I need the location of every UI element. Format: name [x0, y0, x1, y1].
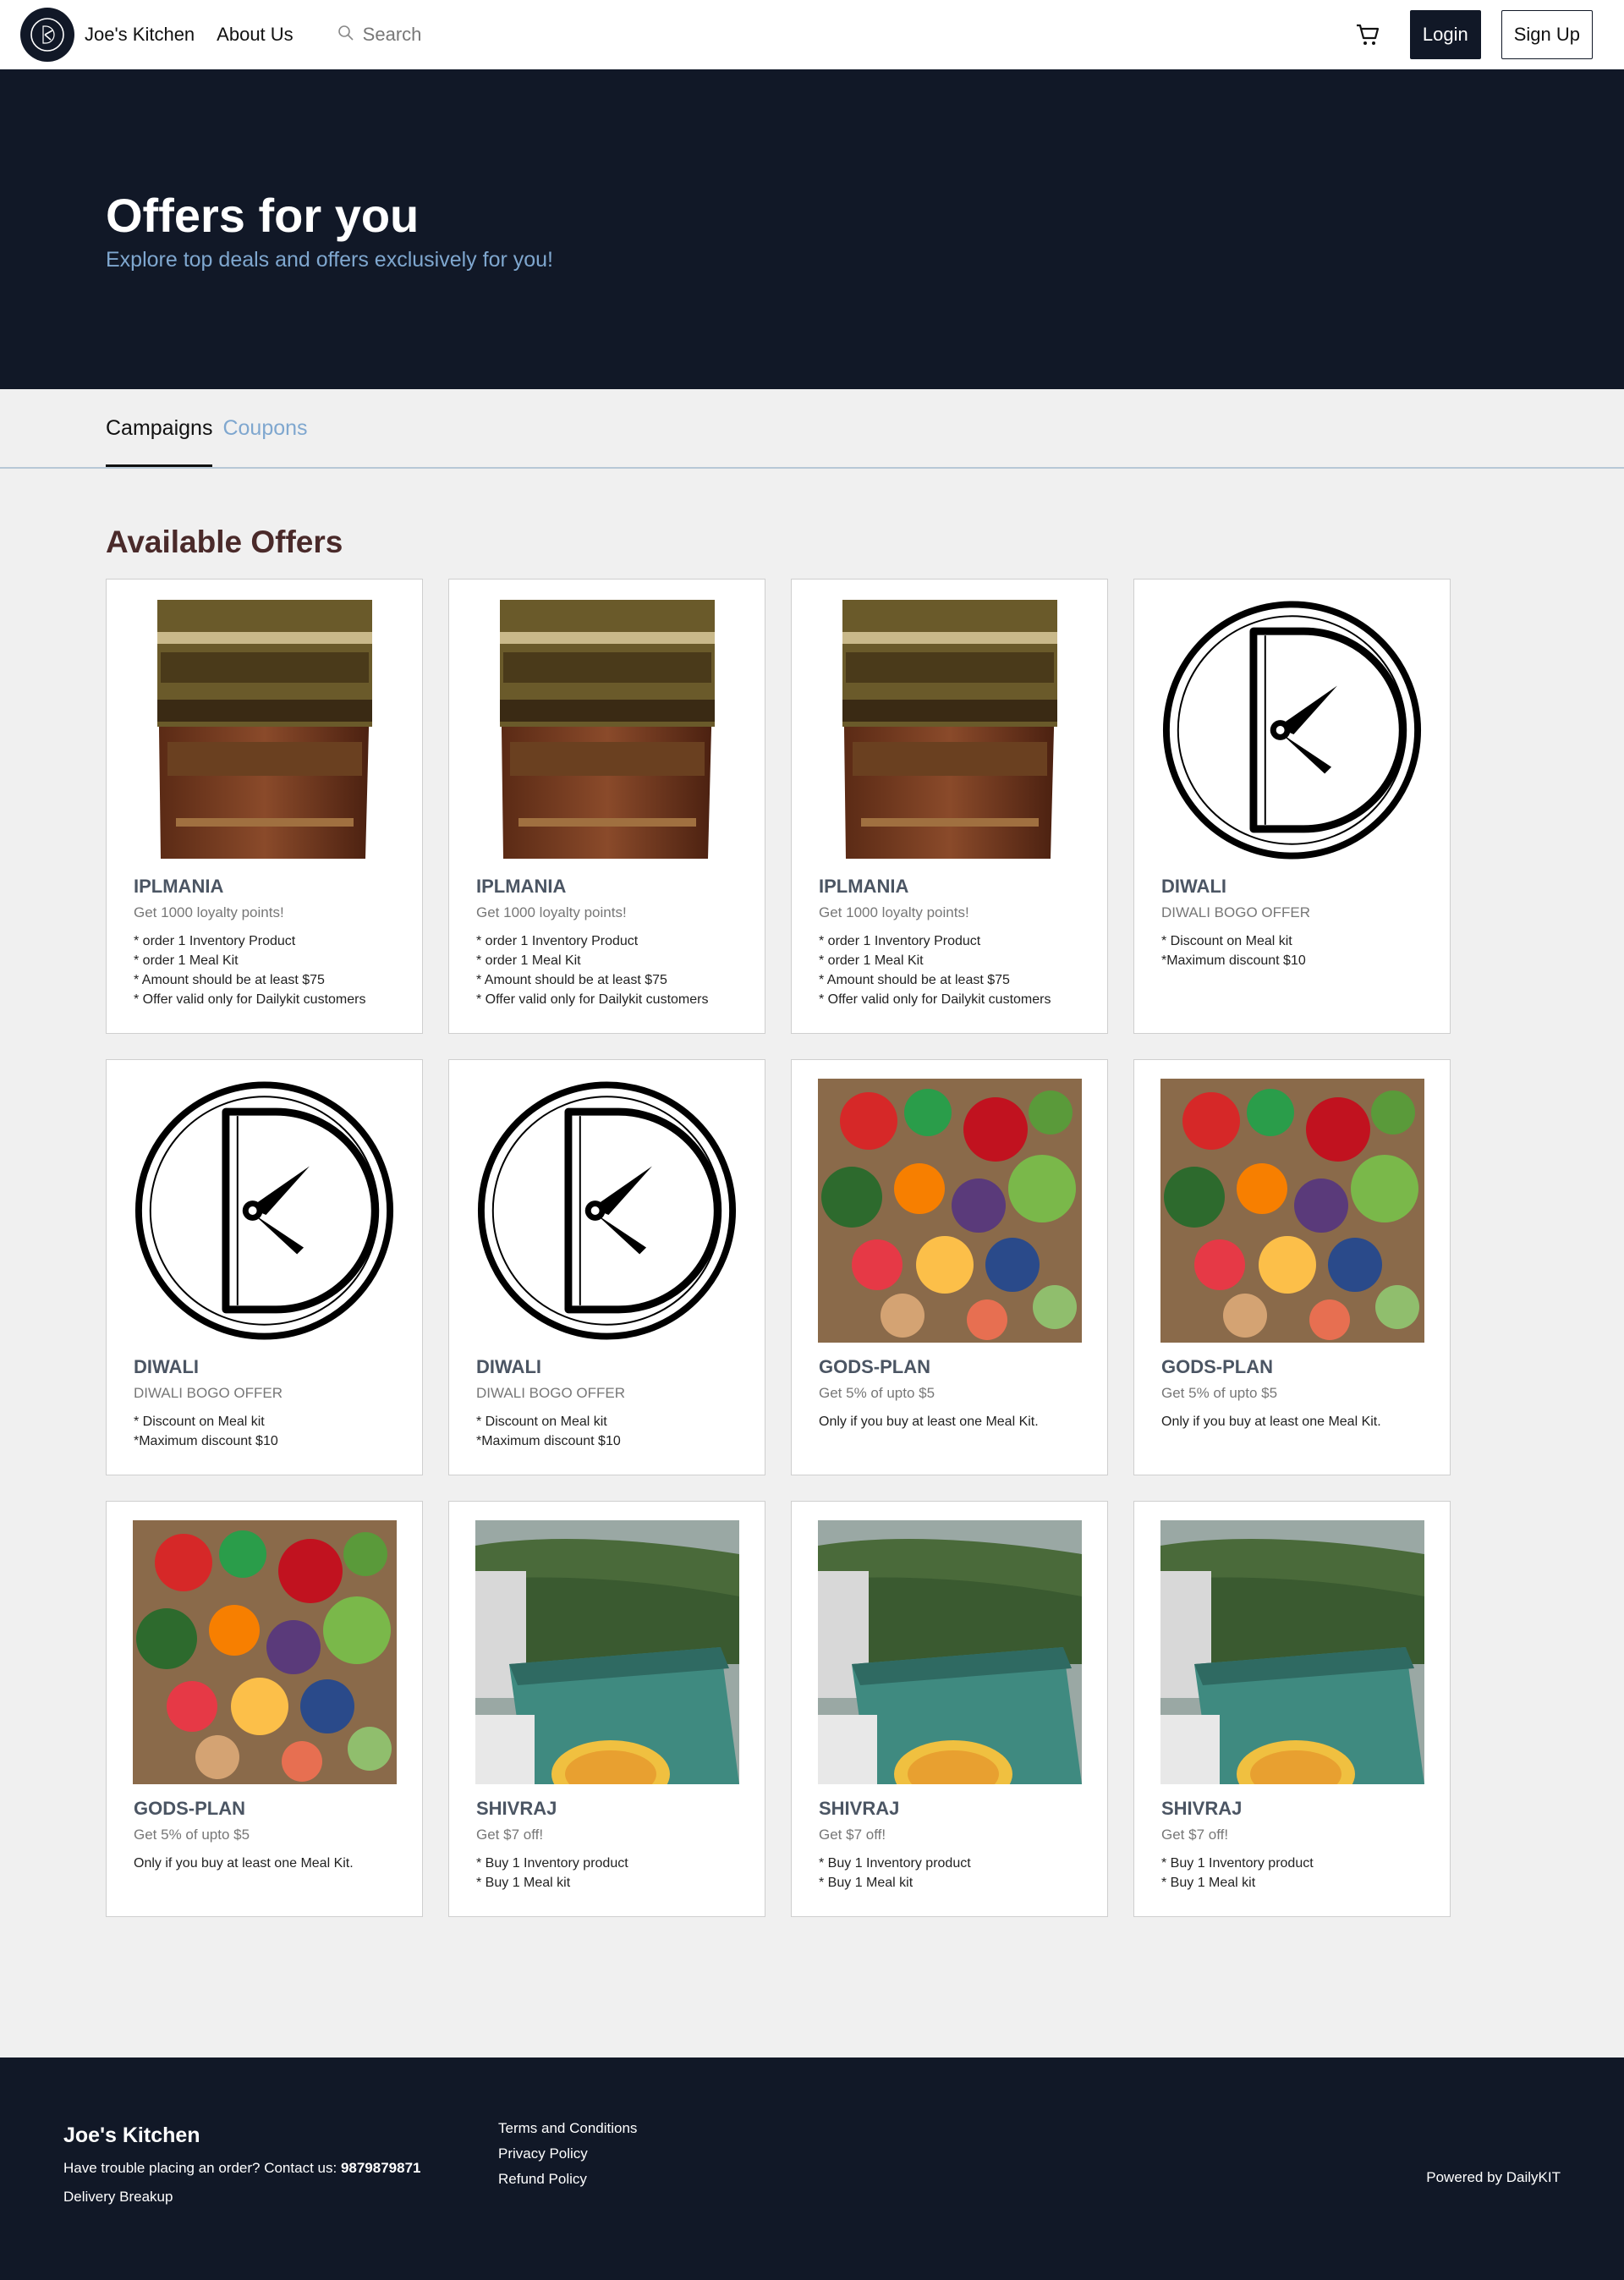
- offer-description: Get 5% of upto $5: [1161, 1385, 1278, 1401]
- login-button[interactable]: Login: [1409, 10, 1481, 59]
- page: Joe's Kitchen About Us Login Sign Up Off…: [0, 0, 1624, 2280]
- potato-chips-bag-image: [817, 596, 1082, 864]
- offer-title: IPLMANIA: [476, 876, 567, 897]
- footer-links: Terms and Conditions Privacy Policy Refu…: [498, 2120, 637, 2196]
- offer-title: SHIVRAJ: [1161, 1798, 1243, 1819]
- offer-description: Get $7 off!: [476, 1827, 544, 1843]
- offer-conditions: * order 1 Inventory Product * order 1 Me…: [819, 934, 1051, 1007]
- potato-chips-bag-image: [475, 596, 739, 864]
- offer-description: Get 1000 loyalty points!: [134, 904, 284, 920]
- page-subtitle: Explore top deals and offers exclusively…: [106, 247, 553, 272]
- offers-grid: IPLMANIA Get 1000 loyalty points! * order …: [106, 579, 1624, 1917]
- top-header: Joe's Kitchen About Us Login Sign Up: [0, 0, 1624, 69]
- offer-card[interactable]: DIWALI DIWALI BOGO OFFER * Discount on Mea…: [106, 1059, 423, 1475]
- offer-description: Get $7 off!: [819, 1827, 886, 1843]
- tab-coupons[interactable]: Coupons: [222, 389, 307, 467]
- signup-button[interactable]: Sign Up: [1501, 10, 1593, 59]
- offer-card[interactable]: DIWALI DIWALI BOGO OFFER * Discount on Mea…: [448, 1059, 765, 1475]
- offer-description: DIWALI BOGO OFFER: [134, 1385, 283, 1401]
- brand-logo-icon[interactable]: [20, 8, 74, 62]
- offer-conditions: * order 1 Inventory Product * order 1 Me…: [476, 934, 709, 1007]
- offer-tabs: Campaigns Coupons: [0, 389, 1624, 469]
- brand-name[interactable]: Joe's Kitchen: [85, 24, 195, 46]
- hero-banner: Offers for you Explore top deals and off…: [0, 69, 1624, 389]
- offer-description: Get 1000 loyalty points!: [819, 904, 969, 920]
- search-icon: [337, 25, 354, 46]
- privacy-policy-link[interactable]: Privacy Policy: [498, 2145, 637, 2162]
- offer-title: SHIVRAJ: [476, 1798, 557, 1819]
- dailykit-logo-image: [132, 1077, 397, 1344]
- offer-description: Get 5% of upto $5: [819, 1385, 935, 1401]
- footer-brand: Joe's Kitchen: [63, 2123, 200, 2147]
- tab-campaigns[interactable]: Campaigns: [106, 389, 213, 467]
- footer-contact-text: Have trouble placing an order? Contact u…: [63, 2160, 337, 2176]
- offer-conditions: * Buy 1 Inventory product * Buy 1 Meal k…: [819, 1856, 971, 1890]
- cart-icon[interactable]: [1351, 18, 1385, 52]
- offer-card[interactable]: GODS-PLAN Get 5% of upto $5 Only if you bu…: [1133, 1059, 1451, 1475]
- footer-delivery-breakup-link[interactable]: Delivery Breakup: [63, 2189, 420, 2206]
- offer-card[interactable]: SHIVRAJ Get $7 off! * Buy 1 Inventory prod…: [791, 1501, 1108, 1917]
- footer-contact: Have trouble placing an order? Contact u…: [63, 2160, 420, 2177]
- offer-conditions: * Discount on Meal kit *Maximum discount…: [476, 1415, 621, 1448]
- offer-description: DIWALI BOGO OFFER: [476, 1385, 625, 1401]
- offer-title: GODS-PLAN: [134, 1798, 245, 1819]
- footer-info: Joe's Kitchen Have trouble placing an or…: [63, 2123, 420, 2217]
- footer-phone[interactable]: 9879879871: [341, 2160, 421, 2176]
- header-actions: Login Sign Up: [1351, 0, 1593, 69]
- offer-card[interactable]: IPLMANIA Get 1000 loyalty points! * order …: [106, 579, 423, 1034]
- offer-description: Get 5% of upto $5: [134, 1827, 250, 1843]
- offer-conditions: * order 1 Inventory Product * order 1 Me…: [134, 934, 366, 1007]
- potato-chips-bag-image: [132, 596, 397, 864]
- offer-title: IPLMANIA: [134, 876, 224, 897]
- page-title: Offers for you: [106, 189, 420, 242]
- offer-conditions: * Discount on Meal kit *Maximum discount…: [134, 1415, 278, 1448]
- footer: Joe's Kitchen Have trouble placing an or…: [0, 2057, 1624, 2280]
- hillside-food-photo-image: [1160, 1519, 1424, 1786]
- offer-card[interactable]: IPLMANIA Get 1000 loyalty points! * order …: [791, 579, 1108, 1034]
- hillside-food-photo-image: [475, 1519, 739, 1786]
- offer-conditions: * Discount on Meal kit *Maximum discount…: [1161, 934, 1306, 968]
- offer-card[interactable]: SHIVRAJ Get $7 off! * Buy 1 Inventory prod…: [1133, 1501, 1451, 1917]
- offer-card[interactable]: GODS-PLAN Get 5% of upto $5 Only if you bu…: [106, 1501, 423, 1917]
- offer-card[interactable]: GODS-PLAN Get 5% of upto $5 Only if you bu…: [791, 1059, 1108, 1475]
- offer-description: Get 1000 loyalty points!: [476, 904, 627, 920]
- offer-title: SHIVRAJ: [819, 1798, 900, 1819]
- nav-about-us-link[interactable]: About Us: [217, 24, 294, 46]
- offer-conditions: Only if you buy at least one Meal Kit.: [1161, 1415, 1381, 1429]
- hillside-food-photo-image: [817, 1519, 1082, 1786]
- offer-title: GODS-PLAN: [819, 1356, 930, 1377]
- offer-conditions: * Buy 1 Inventory product * Buy 1 Meal k…: [476, 1856, 628, 1890]
- offer-description: DIWALI BOGO OFFER: [1161, 904, 1310, 920]
- powered-by[interactable]: Powered by DailyKIT: [1426, 2169, 1561, 2186]
- vegetables-photo-image: [817, 1077, 1082, 1344]
- offer-title: GODS-PLAN: [1161, 1356, 1273, 1377]
- dailykit-logo-image: [1160, 596, 1424, 864]
- offer-title: DIWALI: [1161, 876, 1226, 897]
- offer-conditions: Only if you buy at least one Meal Kit.: [819, 1415, 1039, 1429]
- offer-title: DIWALI: [134, 1356, 199, 1377]
- vegetables-photo-image: [1160, 1077, 1424, 1344]
- offer-conditions: * Buy 1 Inventory product * Buy 1 Meal k…: [1161, 1856, 1314, 1890]
- offer-card[interactable]: DIWALI DIWALI BOGO OFFER * Discount on Mea…: [1133, 579, 1451, 1034]
- offer-title: DIWALI: [476, 1356, 541, 1377]
- dailykit-logo-image: [475, 1077, 739, 1344]
- section-title: Available Offers: [106, 525, 343, 559]
- search-input[interactable]: [362, 24, 532, 46]
- refund-policy-link[interactable]: Refund Policy: [498, 2171, 637, 2188]
- offer-conditions: Only if you buy at least one Meal Kit.: [134, 1856, 354, 1871]
- offer-card[interactable]: SHIVRAJ Get $7 off! * Buy 1 Inventory prod…: [448, 1501, 765, 1917]
- offer-description: Get $7 off!: [1161, 1827, 1229, 1843]
- offer-card[interactable]: IPLMANIA Get 1000 loyalty points! * order …: [448, 579, 765, 1034]
- offers-section: Available Offers IPLMANIA Get 1000 loyalt…: [0, 469, 1624, 1917]
- offer-title: IPLMANIA: [819, 876, 909, 897]
- terms-link[interactable]: Terms and Conditions: [498, 2120, 637, 2137]
- vegetables-photo-image: [132, 1519, 397, 1786]
- search-box: [337, 16, 557, 53]
